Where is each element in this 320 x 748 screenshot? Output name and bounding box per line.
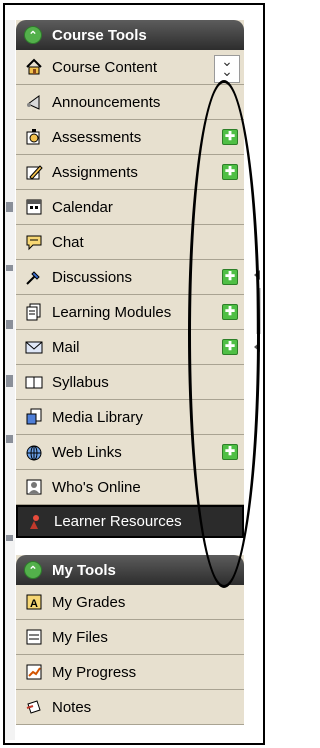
tool-label: Calendar	[52, 198, 113, 216]
svg-text:A: A	[30, 598, 38, 610]
annotation-oval	[188, 80, 260, 588]
envelope-icon	[24, 337, 44, 357]
grades-icon: A	[24, 592, 44, 612]
progress-chart-icon	[24, 662, 44, 682]
pencil-paper-icon	[24, 162, 44, 182]
stopwatch-icon	[24, 127, 44, 147]
speech-bubble-icon	[24, 232, 44, 252]
chevron-up-icon[interactable]: ⌃	[24, 561, 42, 579]
tool-label: Web Links	[52, 443, 122, 461]
chevron-up-icon[interactable]: ⌃	[24, 26, 42, 44]
person-icon	[24, 477, 44, 497]
megaphone-icon	[24, 92, 44, 112]
background-page-strip	[5, 20, 15, 740]
book-icon	[24, 372, 44, 392]
tool-label: My Files	[52, 628, 108, 646]
collapse-button[interactable]: ⌄ ⌄	[214, 54, 240, 83]
tool-my-progress[interactable]: My Progress	[16, 655, 244, 690]
globe-icon	[24, 442, 44, 462]
document-stack-icon	[24, 302, 44, 322]
course-tools-header[interactable]: ⌃ Course Tools	[16, 20, 244, 50]
tool-label: Discussions	[52, 268, 133, 286]
tool-label: Learning Modules	[52, 303, 172, 321]
tool-notes[interactable]: Notes	[16, 690, 244, 725]
tool-label: Syllabus	[52, 373, 109, 391]
tool-label: My Progress	[52, 663, 137, 681]
tool-label: Mail	[52, 338, 80, 356]
tool-label: Assignments	[52, 163, 138, 181]
tool-label: Notes	[52, 698, 92, 716]
tool-label: Who's Online	[52, 478, 141, 496]
house-icon	[24, 57, 44, 77]
course-tools-title: Course Tools	[52, 26, 147, 44]
tool-my-grades[interactable]: A My Grades	[16, 585, 244, 620]
tool-label: Media Library	[52, 408, 143, 426]
calendar-icon	[24, 197, 44, 217]
pushpin-icon	[24, 267, 44, 287]
tool-label: Learner Resources	[54, 513, 182, 530]
notes-icon	[24, 697, 44, 717]
tool-course-content[interactable]: Course Content ⌄ ⌄	[16, 50, 244, 85]
my-tools-panel: ⌃ My Tools A My Grades My Files My Progr…	[16, 555, 244, 725]
tool-label: My Grades	[52, 593, 126, 611]
media-icon	[24, 407, 44, 427]
tool-label: Assessments	[52, 128, 142, 146]
files-icon	[24, 627, 44, 647]
tool-label: Course Content	[52, 58, 158, 76]
tool-label: Announcements	[52, 93, 161, 111]
learner-icon	[26, 512, 46, 532]
tool-label: Chat	[52, 233, 84, 251]
my-tools-title: My Tools	[52, 561, 116, 579]
tool-my-files[interactable]: My Files	[16, 620, 244, 655]
